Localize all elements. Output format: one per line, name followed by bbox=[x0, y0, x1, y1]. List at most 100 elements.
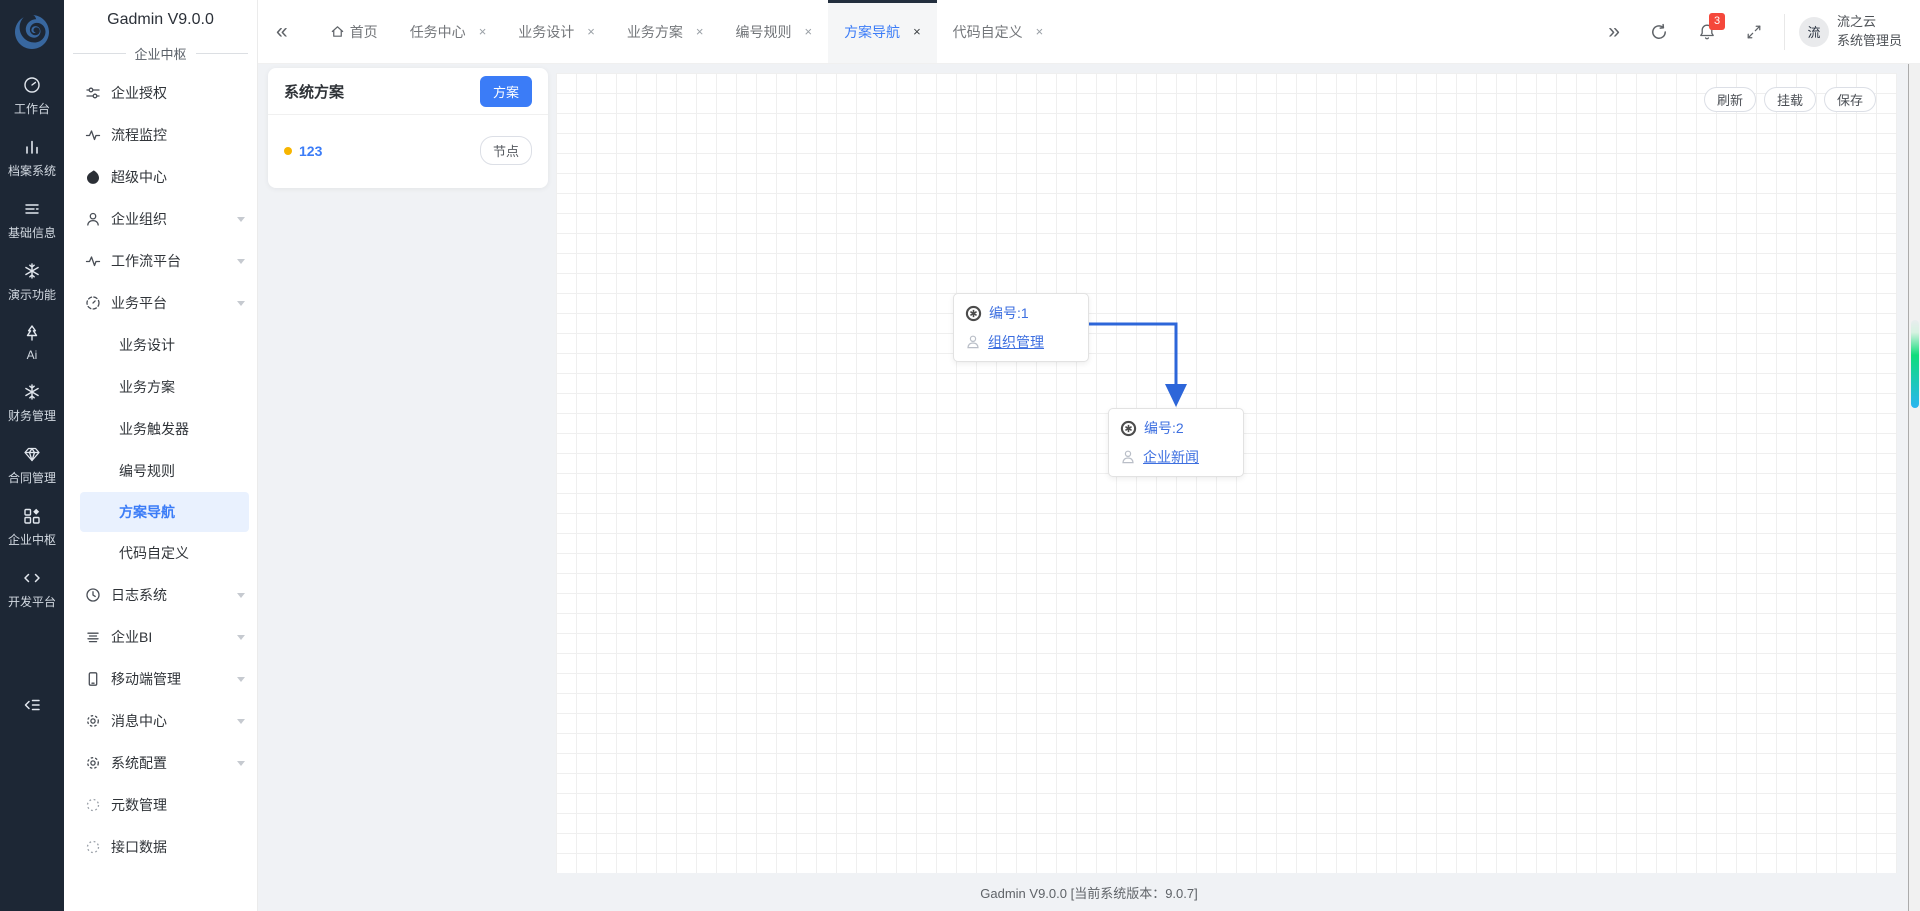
caret-down-icon bbox=[237, 719, 245, 724]
node-code-row: 编号:1 bbox=[965, 303, 1077, 323]
menu-section-header: 企业中枢 bbox=[73, 44, 248, 63]
menu-item-log-system[interactable]: 日志系统 bbox=[64, 574, 257, 616]
node-button[interactable]: 节点 bbox=[480, 136, 532, 165]
tree-icon bbox=[23, 324, 41, 342]
close-icon[interactable]: × bbox=[1036, 25, 1044, 38]
menu-item-metadata-management[interactable]: 元数管理 bbox=[64, 784, 257, 826]
tab-scheme-navigation[interactable]: 方案导航 × bbox=[828, 0, 937, 63]
rail-nav: 工作台 档案系统 基础信息 演示功能 Ai 财务管理 bbox=[0, 76, 64, 631]
close-icon[interactable]: × bbox=[696, 25, 704, 38]
tab-business-scheme[interactable]: 业务方案 × bbox=[611, 0, 720, 63]
circle-asterisk-icon bbox=[965, 305, 982, 322]
caret-down-icon bbox=[237, 217, 245, 222]
tab-task-center[interactable]: 任务中心 × bbox=[394, 0, 503, 63]
menu-item-workflow-platform[interactable]: 工作流平台 bbox=[64, 240, 257, 282]
menu-item-business-design[interactable]: 业务设计 bbox=[64, 324, 257, 366]
code-icon bbox=[23, 569, 41, 587]
tab-code-customization[interactable]: 代码自定义 × bbox=[937, 0, 1060, 63]
refresh-icon[interactable] bbox=[1650, 23, 1668, 41]
close-icon[interactable]: × bbox=[804, 25, 812, 38]
menu-item-system-config[interactable]: 系统配置 bbox=[64, 742, 257, 784]
rail-item-label: 工作台 bbox=[14, 100, 50, 117]
caret-down-icon bbox=[237, 593, 245, 598]
menu-item-label: 业务设计 bbox=[119, 335, 175, 355]
content-area: 系统方案 方案 123 节点 bbox=[258, 64, 1920, 911]
menu-item-code-customization[interactable]: 代码自定义 bbox=[64, 532, 257, 574]
rail-item-enterprise-hub[interactable]: 企业中枢 bbox=[8, 507, 56, 548]
expand-tabs-icon[interactable]: » bbox=[1608, 21, 1620, 42]
close-icon[interactable]: × bbox=[913, 25, 921, 38]
bi-lines-icon bbox=[85, 629, 101, 645]
rail-item-workbench[interactable]: 工作台 bbox=[14, 76, 50, 117]
scrollbar-thumb[interactable] bbox=[1911, 320, 1919, 408]
rail-item-ai[interactable]: Ai bbox=[23, 324, 41, 362]
divider bbox=[73, 53, 126, 54]
menu-item-enterprise-bi[interactable]: 企业BI bbox=[64, 616, 257, 658]
menu-item-business-scheme[interactable]: 业务方案 bbox=[64, 366, 257, 408]
add-scheme-button[interactable]: 方案 bbox=[480, 76, 532, 107]
collapse-tabs-icon[interactable]: « bbox=[276, 21, 288, 42]
rail-item-label: 开发平台 bbox=[8, 593, 56, 610]
menu-item-message-center[interactable]: 消息中心 bbox=[64, 700, 257, 742]
tab-business-design[interactable]: 业务设计 × bbox=[502, 0, 611, 63]
close-icon[interactable]: × bbox=[587, 25, 595, 38]
flow-canvas[interactable]: 编号:1 组织管理 编号:2 企业新闻 bbox=[556, 73, 1897, 873]
menu-item-enterprise-authorization[interactable]: 企业授权 bbox=[64, 72, 257, 114]
menu-item-label: 移动端管理 bbox=[111, 669, 181, 689]
rail-item-label: 演示功能 bbox=[8, 286, 56, 303]
tab-numbering-rules[interactable]: 编号规则 × bbox=[719, 0, 828, 63]
menu-item-interface-data[interactable]: 接口数据 bbox=[64, 826, 257, 868]
menu-item-super-center[interactable]: 超级中心 bbox=[64, 156, 257, 198]
main-area: « 首页 任务中心 × 业务设计 × 业务方案 × bbox=[258, 0, 1920, 911]
tab-label: 业务方案 bbox=[627, 22, 683, 42]
rail-item-label: 财务管理 bbox=[8, 407, 56, 424]
bell-icon[interactable]: 3 bbox=[1698, 23, 1716, 41]
rail-item-dev-platform[interactable]: 开发平台 bbox=[8, 569, 56, 610]
mount-button[interactable]: 挂载 bbox=[1764, 87, 1816, 112]
menu-item-business-trigger[interactable]: 业务触发器 bbox=[64, 408, 257, 450]
app-logo-swirl-icon bbox=[11, 11, 53, 53]
menu-item-mobile-management[interactable]: 移动端管理 bbox=[64, 658, 257, 700]
menu-item-process-monitor[interactable]: 流程监控 bbox=[64, 114, 257, 156]
vertical-scrollbar[interactable] bbox=[1908, 64, 1920, 911]
menu-item-scheme-navigation[interactable]: 方案导航 bbox=[80, 492, 249, 532]
rail-item-basic-info[interactable]: 基础信息 bbox=[8, 200, 56, 241]
menu-item-label: 业务平台 bbox=[111, 293, 167, 313]
user-role: 系统管理员 bbox=[1837, 32, 1902, 51]
menu-item-business-platform[interactable]: 业务平台 bbox=[64, 282, 257, 324]
tab-label: 代码自定义 bbox=[953, 22, 1023, 42]
flow-node-2[interactable]: 编号:2 企业新闻 bbox=[1108, 408, 1244, 477]
node-target-link[interactable]: 企业新闻 bbox=[1143, 447, 1199, 467]
rail-item-demo-features[interactable]: 演示功能 bbox=[8, 262, 56, 303]
scheme-list-item[interactable]: 123 节点 bbox=[268, 115, 548, 186]
menu-item-label: 日志系统 bbox=[111, 585, 167, 605]
rail-item-archive-system[interactable]: 档案系统 bbox=[8, 138, 56, 179]
collapse-menu-icon[interactable] bbox=[0, 696, 64, 714]
tab-home[interactable]: 首页 bbox=[314, 0, 394, 63]
node-code: 编号:1 bbox=[989, 303, 1029, 323]
menu-app-title: Gadmin V9.0.0 bbox=[64, 0, 257, 29]
scheme-panel: 系统方案 方案 123 节点 bbox=[268, 68, 548, 188]
avatar[interactable]: 流 bbox=[1799, 17, 1829, 47]
scheme-name-link[interactable]: 123 bbox=[299, 143, 322, 159]
person-icon bbox=[85, 211, 101, 227]
refresh-button[interactable]: 刷新 bbox=[1704, 87, 1756, 112]
dotted-circle-icon bbox=[85, 797, 101, 813]
rail-item-finance-management[interactable]: 财务管理 bbox=[8, 383, 56, 424]
close-icon[interactable]: × bbox=[479, 25, 487, 38]
node-link-row: 组织管理 bbox=[965, 332, 1077, 352]
menu-item-numbering-rules[interactable]: 编号规则 bbox=[64, 450, 257, 492]
menu-item-label: 工作流平台 bbox=[111, 251, 181, 271]
topbar-right: » 3 流 流之云 系统管理员 bbox=[1578, 13, 1902, 51]
dashed-clock-icon bbox=[85, 295, 101, 311]
flow-node-1[interactable]: 编号:1 组织管理 bbox=[953, 293, 1089, 362]
menu-item-label: 企业授权 bbox=[111, 83, 167, 103]
menu-item-enterprise-organization[interactable]: 企业组织 bbox=[64, 198, 257, 240]
rail-item-contract-management[interactable]: 合同管理 bbox=[8, 445, 56, 486]
home-icon bbox=[330, 24, 345, 39]
save-button[interactable]: 保存 bbox=[1824, 87, 1876, 112]
tab-bar: « 首页 任务中心 × 业务设计 × 业务方案 × bbox=[258, 0, 1920, 64]
notification-badge: 3 bbox=[1709, 13, 1725, 30]
node-target-link[interactable]: 组织管理 bbox=[988, 332, 1044, 352]
fullscreen-icon[interactable] bbox=[1746, 24, 1762, 40]
